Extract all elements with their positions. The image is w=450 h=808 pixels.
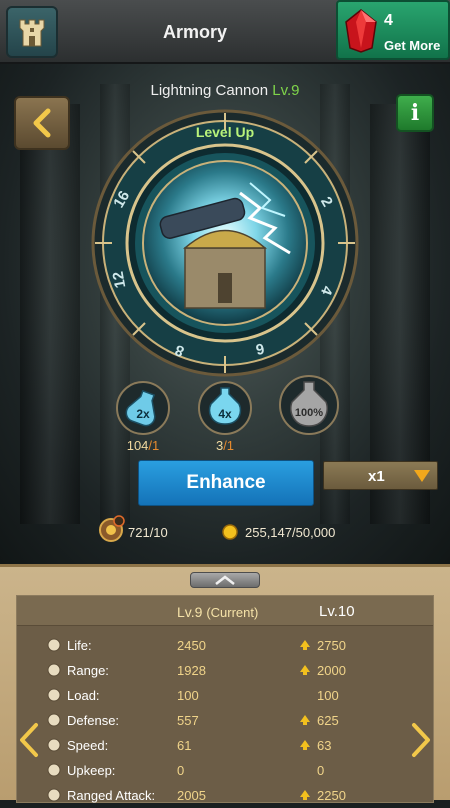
- potion-100-slot[interactable]: 100%: [278, 374, 340, 436]
- next-item-arrow[interactable]: [410, 722, 432, 758]
- stat-row: Life: 2450 2750: [17, 634, 433, 658]
- stat-current-value: 2450: [177, 638, 206, 653]
- stat-current-value: 0: [177, 763, 185, 778]
- increase-arrow-icon: [300, 740, 310, 750]
- stat-next-value: 2250: [317, 788, 346, 803]
- potion-4x-slot[interactable]: 4x: [197, 380, 253, 436]
- stat-next-value: 2750: [317, 638, 346, 653]
- potion-100-label: 100%: [295, 407, 323, 419]
- level-up-label: Level Up: [195, 124, 255, 140]
- multiplier-value: x1: [368, 468, 385, 485]
- stats-panel: Lv.9 (Current) Lv.10 Life: 2450 2750 Range:…: [0, 564, 450, 803]
- stat-next-value: 100: [317, 688, 339, 703]
- background-pillar: [20, 104, 80, 524]
- token-count: 721/10: [128, 525, 168, 540]
- current-level-header: Lv.9 (Current): [177, 604, 258, 620]
- potion-4x-count: 3/1: [190, 438, 260, 453]
- stat-row: Range: 1928 2000: [17, 659, 433, 683]
- info-icon: i: [410, 100, 420, 126]
- castle-button[interactable]: [6, 6, 58, 58]
- red-gem-icon: [345, 9, 377, 53]
- top-bar: Armory 4 Get More: [0, 0, 450, 64]
- stats-table: Lv.9 (Current) Lv.10 Life: 2450 2750 Range:…: [16, 595, 434, 803]
- dropdown-arrow-icon: [414, 470, 430, 482]
- enhance-button[interactable]: Enhance: [138, 460, 314, 506]
- wheel-number-12: 12: [110, 270, 130, 289]
- collapse-handle[interactable]: [190, 572, 260, 588]
- stat-row: Defense: 557 625: [17, 709, 433, 733]
- load-icon: [47, 688, 61, 702]
- stat-label: Load:: [67, 688, 100, 703]
- increase-arrow-icon: [300, 665, 310, 675]
- upkeep-icon: [47, 763, 61, 777]
- item-name: Lightning Cannon: [150, 82, 269, 99]
- range-icon: [47, 663, 61, 677]
- page-title: Armory: [162, 22, 228, 42]
- stat-next-value: 625: [317, 713, 339, 728]
- token-icon: [99, 515, 125, 542]
- stat-current-value: 2005: [177, 788, 206, 803]
- get-more-label: Get More: [384, 38, 441, 53]
- shield-icon: [47, 713, 61, 727]
- gem-count: 4: [384, 12, 393, 29]
- stat-current-value: 557: [177, 713, 199, 728]
- stats-header: Lv.9 (Current) Lv.10: [17, 596, 433, 626]
- potion-2x-count-value: 104: [126, 438, 149, 453]
- potion-4x-label: 4x: [218, 407, 232, 421]
- stat-label: Upkeep:: [67, 763, 116, 778]
- heart-icon: [47, 638, 61, 652]
- potion-2x-label: 2x: [136, 407, 150, 421]
- potion-2x-slot[interactable]: 2x: [115, 380, 171, 436]
- current-level-label: Lv.9: [177, 604, 203, 620]
- increase-arrow-icon: [300, 790, 310, 800]
- stat-next-value: 0: [317, 763, 325, 778]
- stat-current-value: 100: [177, 688, 199, 703]
- previous-item-arrow[interactable]: [18, 722, 40, 758]
- gold-count: 255,147/50,000: [245, 525, 336, 540]
- stat-next-value: 63: [317, 738, 332, 753]
- potion-2x-count: 104/1: [108, 438, 178, 453]
- stat-row: Load: 100 100: [17, 684, 433, 708]
- next-level-header: Lv.10: [319, 603, 355, 620]
- potion-2x-count-den: /1: [148, 438, 160, 453]
- stat-current-value: 61: [177, 738, 192, 753]
- gold-coin-icon: [222, 524, 238, 540]
- chevron-up-icon: [215, 575, 235, 585]
- increase-arrow-icon: [300, 715, 310, 725]
- increase-arrow-icon: [300, 640, 310, 650]
- stat-label: Range:: [67, 663, 109, 678]
- stat-row: Upkeep: 0 0: [17, 759, 433, 783]
- stat-label: Speed:: [67, 738, 109, 753]
- castle-icon: [19, 19, 45, 47]
- back-button[interactable]: [14, 96, 70, 150]
- stat-row: Ranged Attack: 2005 2250: [17, 784, 433, 808]
- stat-label: Defense:: [67, 713, 120, 728]
- item-level: Lv.9: [272, 82, 300, 99]
- enhancement-wheel: 2 4 6 8 12 16: [91, 109, 359, 377]
- potion-4x-count-den: /1: [223, 438, 235, 453]
- stat-row: Speed: 61 63: [17, 734, 433, 758]
- stat-label: Ranged Attack:: [67, 788, 156, 803]
- get-more-gems-button[interactable]: 4 Get More: [336, 0, 450, 60]
- stat-current-value: 1928: [177, 663, 206, 678]
- current-suffix: (Current): [206, 605, 259, 620]
- stat-next-value: 2000: [317, 663, 346, 678]
- multiplier-dropdown[interactable]: x1: [323, 461, 438, 490]
- stat-label: Life:: [67, 638, 92, 653]
- speed-icon: [47, 738, 61, 752]
